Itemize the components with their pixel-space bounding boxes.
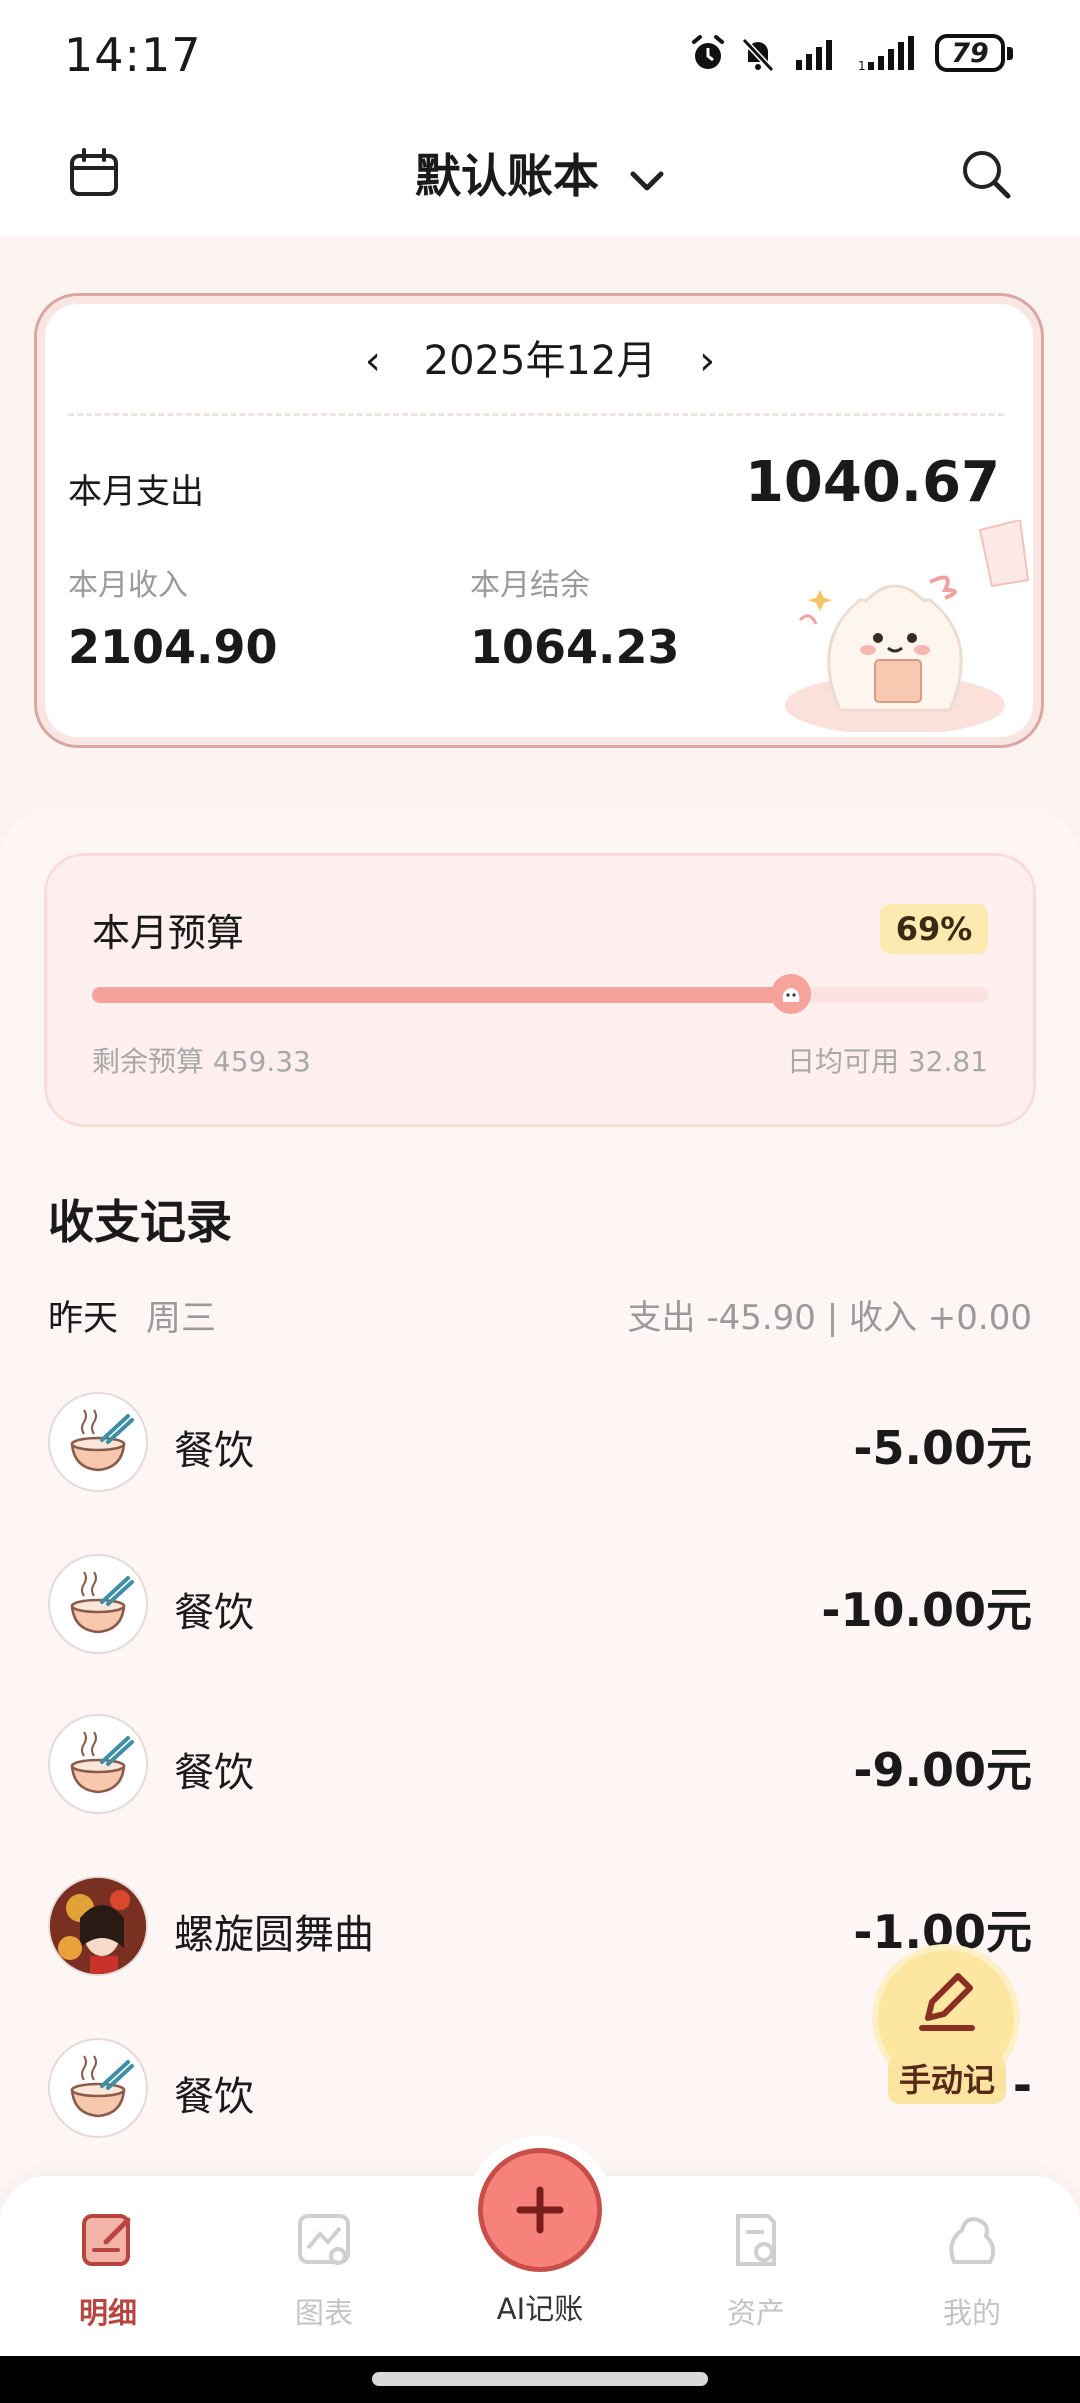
- budget-remaining: 剩余预算 459.33: [92, 1045, 311, 1078]
- income-label: 本月收入: [68, 568, 188, 603]
- card-divider: [68, 413, 1004, 416]
- status-time: 14:17: [64, 28, 202, 82]
- record-category: 餐饮: [174, 2074, 254, 2120]
- ledger-selector[interactable]: 默认账本: [0, 140, 1080, 206]
- chevron-down-icon: [630, 171, 664, 190]
- pencil-icon: [919, 1973, 975, 2031]
- record-category: 餐饮: [174, 1590, 254, 1636]
- ledger-title: 默认账本: [414, 149, 599, 203]
- record-day: 昨天: [48, 1299, 119, 1339]
- noodle-bowl-icon: [48, 1392, 148, 1492]
- nav-label-1[interactable]: 明细: [38, 2290, 178, 2332]
- record-amount: -: [1012, 2058, 1032, 2112]
- profile-icon[interactable]: [940, 2208, 1004, 2272]
- records-title: 收支记录: [48, 1195, 232, 1249]
- assets-icon[interactable]: [724, 2208, 788, 2272]
- nav-label-4[interactable]: 资产: [686, 2290, 826, 2332]
- noodle-bowl-icon: [48, 1714, 148, 1814]
- alarm-icon: [692, 35, 724, 70]
- expense-value: 1040.67: [744, 450, 1000, 515]
- month-label: 2025年12月: [423, 338, 657, 384]
- income-value: 2104.90: [68, 620, 278, 674]
- record-amount: -5.00元: [853, 1421, 1032, 1475]
- record-weekday: 周三: [146, 1299, 217, 1339]
- budget-progress-knob-icon: [771, 974, 811, 1014]
- ai-bookkeeping-button[interactable]: [478, 2148, 602, 2272]
- balance-label: 本月结余: [470, 568, 590, 603]
- nav-label-2[interactable]: 图表: [254, 2290, 394, 2332]
- plus-icon: [516, 2186, 564, 2234]
- prev-month-button[interactable]: ‹: [353, 338, 393, 384]
- balance-value: 1064.23: [470, 620, 680, 674]
- budget-progress-fill: [92, 987, 791, 1003]
- signal-2-icon: 1: [858, 36, 914, 73]
- avatar-portrait-icon: [48, 1876, 148, 1976]
- budget-daily: 日均可用 32.81: [786, 1045, 988, 1078]
- search-icon[interactable]: [960, 148, 1012, 200]
- manual-entry-label[interactable]: 手动记: [888, 2056, 1006, 2104]
- month-switcher: ‹ 2025年12月 ›: [0, 328, 1080, 386]
- battery-indicator: 79: [935, 34, 1005, 72]
- expense-label: 本月支出: [68, 472, 204, 512]
- record-category: 餐饮: [174, 1750, 254, 1796]
- next-month-button[interactable]: ›: [687, 338, 727, 384]
- budget-percent-badge: 69%: [880, 904, 988, 954]
- record-day-summary: 支出 -45.90 | 收入 +0.00: [627, 1298, 1032, 1338]
- svg-text:1: 1: [858, 59, 866, 73]
- chart-icon[interactable]: [292, 2208, 356, 2272]
- record-amount: -9.00元: [853, 1743, 1032, 1797]
- mute-bell-icon: [741, 37, 775, 73]
- home-indicator[interactable]: [372, 2372, 708, 2386]
- noodle-bowl-icon: [48, 1554, 148, 1654]
- budget-title: 本月预算: [92, 911, 245, 955]
- record-category: 螺旋圆舞曲: [174, 1912, 374, 1958]
- money-bag-mascot-icon: [785, 520, 1030, 732]
- details-icon[interactable]: [76, 2208, 140, 2272]
- record-category: 餐饮: [174, 1428, 254, 1474]
- noodle-bowl-icon: [48, 2038, 148, 2138]
- battery-cap: [1007, 47, 1013, 60]
- nav-label-3[interactable]: AI记账: [470, 2286, 610, 2328]
- nav-label-5[interactable]: 我的: [902, 2290, 1042, 2332]
- signal-icon: [796, 40, 832, 70]
- record-amount: -10.00元: [821, 1583, 1032, 1637]
